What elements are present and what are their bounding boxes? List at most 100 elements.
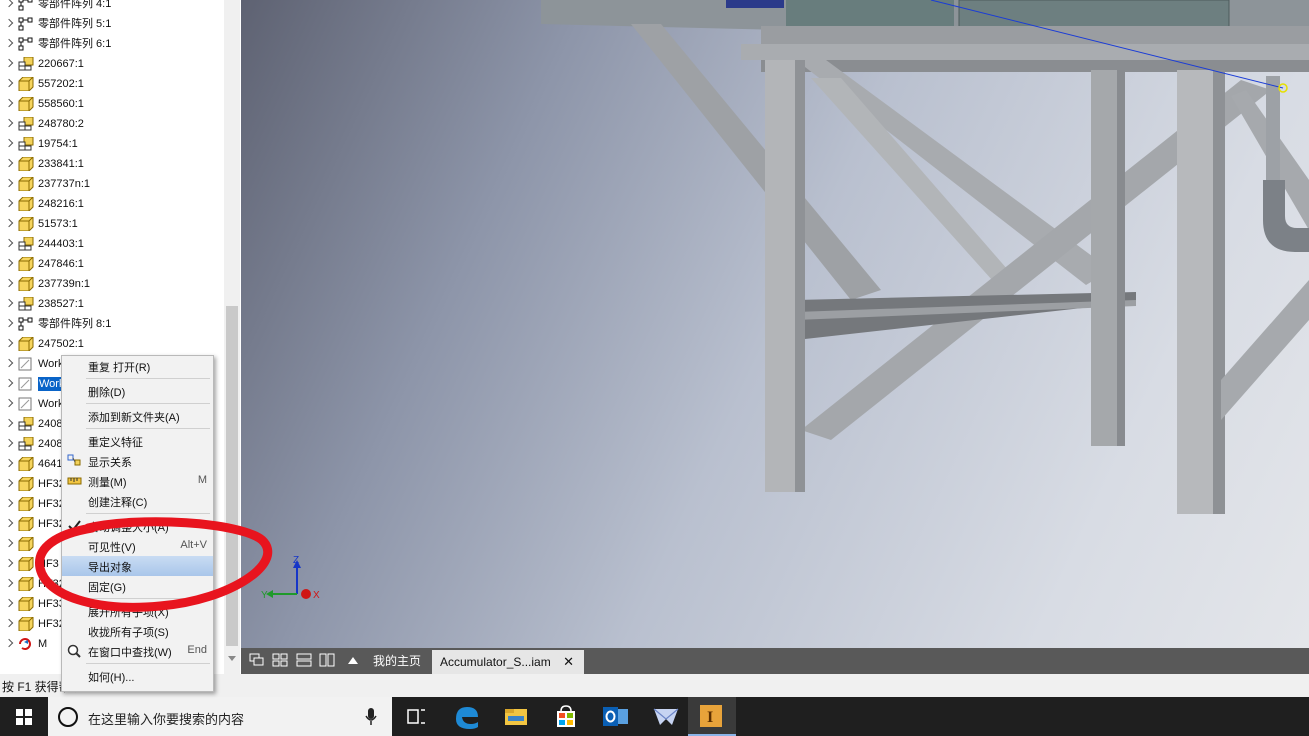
- file-explorer-icon[interactable]: [492, 697, 540, 736]
- store-icon[interactable]: [542, 697, 590, 736]
- windows-taskbar: 在这里输入你要搜索的内容 I: [0, 697, 1309, 736]
- menu-item[interactable]: 收拢所有子项(S): [62, 621, 213, 641]
- expand-chevron-icon[interactable]: [4, 398, 14, 408]
- 3d-model-frame[interactable]: [241, 0, 1309, 648]
- tree-item[interactable]: 19754:1: [0, 134, 224, 154]
- menu-item[interactable]: 导出对象: [62, 556, 213, 576]
- expand-chevron-icon[interactable]: [4, 238, 14, 248]
- menu-item[interactable]: 添加到新文件夹(A): [62, 406, 213, 426]
- tab-accumulator-document[interactable]: Accumulator_S...iam ✕: [432, 650, 584, 674]
- tree-item[interactable]: 零部件阵列 6:1: [0, 34, 224, 54]
- close-tab-icon[interactable]: ✕: [563, 650, 574, 674]
- microphone-icon[interactable]: [364, 707, 378, 727]
- expand-chevron-icon[interactable]: [4, 78, 14, 88]
- tree-item[interactable]: 238527:1: [0, 294, 224, 314]
- menu-item[interactable]: 如何(H)...: [62, 666, 213, 686]
- menu-item-label: 添加到新文件夹(A): [88, 412, 180, 424]
- tree-item[interactable]: 557202:1: [0, 74, 224, 94]
- expand-chevron-icon[interactable]: [4, 318, 14, 328]
- expand-chevron-icon[interactable]: [4, 558, 14, 568]
- expand-chevron-icon[interactable]: [4, 518, 14, 528]
- expand-chevron-icon[interactable]: [4, 218, 14, 228]
- tree-item[interactable]: 237739n:1: [0, 274, 224, 294]
- inventor-icon[interactable]: I: [688, 697, 736, 736]
- expand-chevron-icon[interactable]: [4, 638, 14, 648]
- tile-windows-icon[interactable]: [272, 653, 288, 667]
- tree-item[interactable]: 247846:1: [0, 254, 224, 274]
- tree-item-label: 248216:1: [38, 198, 84, 210]
- tree-item[interactable]: 247502:1: [0, 334, 224, 354]
- menu-item-shortcut: Alt+V: [180, 539, 207, 551]
- pattern-icon: [18, 0, 33, 11]
- graphics-viewport[interactable]: Z Y X: [241, 0, 1309, 648]
- tree-item[interactable]: 220667:1: [0, 54, 224, 74]
- expand-chevron-icon[interactable]: [4, 178, 14, 188]
- menu-item[interactable]: 自动调整大小(A): [62, 516, 213, 536]
- expand-chevron-icon[interactable]: [4, 478, 14, 488]
- menu-item[interactable]: 固定(G): [62, 576, 213, 596]
- expand-chevron-icon[interactable]: [4, 618, 14, 628]
- task-view-icon[interactable]: [392, 697, 440, 736]
- scrollbar-thumb[interactable]: [226, 306, 238, 646]
- menu-separator: [86, 598, 210, 599]
- menu-item[interactable]: 展开所有子项(X): [62, 601, 213, 621]
- tile-vertical-icon[interactable]: [319, 653, 335, 667]
- expand-chevron-icon[interactable]: [4, 118, 14, 128]
- expand-chevron-icon[interactable]: [4, 498, 14, 508]
- expand-chevron-icon[interactable]: [4, 138, 14, 148]
- expand-chevron-icon[interactable]: [4, 18, 14, 28]
- menu-separator: [86, 513, 210, 514]
- feedback-icon[interactable]: [642, 697, 690, 736]
- expand-chevron-icon[interactable]: [4, 378, 14, 388]
- tree-item[interactable]: 248780:2: [0, 114, 224, 134]
- expand-chevron-icon[interactable]: [4, 598, 14, 608]
- tab-my-home[interactable]: 我的主页: [367, 650, 427, 672]
- expand-chevron-icon[interactable]: [4, 98, 14, 108]
- menu-item[interactable]: 可见性(V) Alt+V: [62, 536, 213, 556]
- tree-scrollbar[interactable]: [224, 0, 240, 674]
- expand-chevron-icon[interactable]: [4, 298, 14, 308]
- tree-item[interactable]: 244403:1: [0, 234, 224, 254]
- tree-item[interactable]: 558560:1: [0, 94, 224, 114]
- menu-item[interactable]: 重定义特征: [62, 431, 213, 451]
- tree-item[interactable]: 237737n:1: [0, 174, 224, 194]
- expand-chevron-icon[interactable]: [4, 0, 14, 8]
- expand-chevron-icon[interactable]: [4, 198, 14, 208]
- expand-chevron-icon[interactable]: [4, 338, 14, 348]
- menu-item[interactable]: 测量(M) M: [62, 471, 213, 491]
- cascade-windows-icon[interactable]: [249, 653, 265, 667]
- menu-item[interactable]: 在窗口中查找(W) End: [62, 641, 213, 661]
- part-icon: [18, 577, 34, 591]
- taskbar-search-box[interactable]: 在这里输入你要搜索的内容: [48, 697, 392, 736]
- part-icon: [18, 157, 34, 171]
- outlook-icon[interactable]: [592, 697, 640, 736]
- menu-item[interactable]: 显示关系: [62, 451, 213, 471]
- expand-chevron-icon[interactable]: [4, 38, 14, 48]
- menu-item[interactable]: 重复 打开(R): [62, 356, 213, 376]
- edge-icon[interactable]: [442, 697, 490, 736]
- tree-item[interactable]: 233841:1: [0, 154, 224, 174]
- tree-item[interactable]: 零部件阵列 8:1: [0, 314, 224, 334]
- subassembly-icon: [18, 437, 34, 451]
- expand-chevron-icon[interactable]: [4, 578, 14, 588]
- expand-chevron-icon[interactable]: [4, 278, 14, 288]
- expand-chevron-icon[interactable]: [4, 458, 14, 468]
- expand-chevron-icon[interactable]: [4, 158, 14, 168]
- expand-chevron-icon[interactable]: [4, 258, 14, 268]
- part-icon: [18, 557, 34, 571]
- menu-item[interactable]: 创建注释(C): [62, 491, 213, 511]
- tree-item[interactable]: 零部件阵列 5:1: [0, 14, 224, 34]
- expand-chevron-icon[interactable]: [4, 438, 14, 448]
- windows-start-icon[interactable]: [0, 697, 48, 736]
- expand-chevron-icon[interactable]: [4, 358, 14, 368]
- tree-item[interactable]: 51573:1: [0, 214, 224, 234]
- arrange-up-icon[interactable]: [345, 653, 361, 667]
- expand-chevron-icon[interactable]: [4, 418, 14, 428]
- menu-item[interactable]: 删除(D): [62, 381, 213, 401]
- tree-item[interactable]: 零部件阵列 4:1: [0, 0, 224, 14]
- expand-chevron-icon[interactable]: [4, 538, 14, 548]
- tree-item[interactable]: 248216:1: [0, 194, 224, 214]
- expand-chevron-icon[interactable]: [4, 58, 14, 68]
- tile-horizontal-icon[interactable]: [296, 653, 312, 667]
- scroll-down-arrow-icon[interactable]: [228, 656, 236, 661]
